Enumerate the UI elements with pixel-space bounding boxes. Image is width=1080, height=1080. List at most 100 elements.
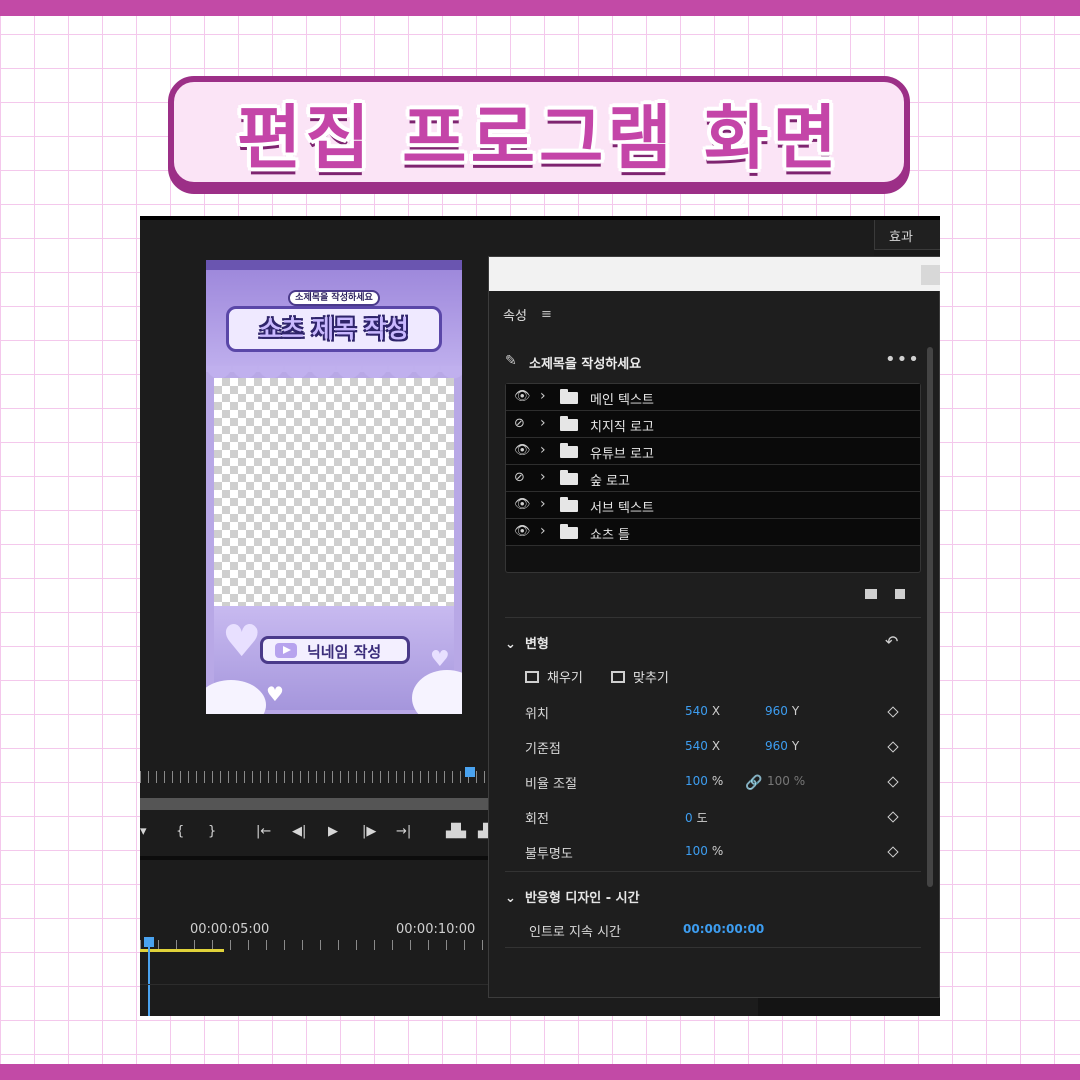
go-to-in-button[interactable]: |← xyxy=(256,822,271,842)
preview-title-box: 쇼츠 제목 작성 xyxy=(226,306,442,352)
go-to-out-button[interactable]: →| xyxy=(396,822,411,842)
list-item[interactable]: ⊘ › 치지직 로고 xyxy=(506,411,920,438)
layer-list: 👁 › 메인 텍스트 ⊘ › 치지직 로고 👁 › 유튜브 로고 ⊘ › 숲 로… xyxy=(505,383,921,573)
rotation-label: 회전 xyxy=(525,812,549,827)
eye-icon[interactable]: 👁 xyxy=(514,524,531,539)
scrubber-playhead[interactable] xyxy=(465,767,475,777)
heart-icon: ♥ xyxy=(222,616,262,667)
transparent-area xyxy=(214,378,454,606)
chevron-right-icon[interactable]: › xyxy=(540,442,546,458)
eye-hidden-icon[interactable]: ⊘ xyxy=(514,470,525,485)
rotation-value[interactable]: 0도 xyxy=(685,809,708,826)
hamburger-menu-icon[interactable]: ≡ xyxy=(541,307,552,322)
transform-section-toggle[interactable]: ⌄ 변형 xyxy=(505,633,549,652)
scale-value[interactable]: 100% xyxy=(685,774,723,788)
graphic-name: 소제목을 작성하세요 xyxy=(529,357,642,372)
transform-title: 변형 xyxy=(524,637,549,652)
banner-title: 편집 프로그램 화면 xyxy=(237,96,841,179)
chevron-right-icon[interactable]: › xyxy=(540,415,546,431)
folder-icon xyxy=(560,443,578,458)
panel-scrollbar[interactable] xyxy=(927,347,933,887)
panel-titlebar[interactable] xyxy=(489,257,940,291)
title-banner: 편집 프로그램 화면 xyxy=(168,76,910,188)
more-options-icon[interactable]: ••• xyxy=(885,349,920,370)
eye-hidden-icon[interactable]: ⊘ xyxy=(514,416,525,431)
preview-title: 쇼츠 제목 작성 xyxy=(259,315,409,343)
heart-icon: ♥ xyxy=(266,682,284,706)
layer-name: 유튜브 로고 xyxy=(590,447,654,462)
fill-icon xyxy=(525,671,539,683)
step-forward-button[interactable]: |▶ xyxy=(362,822,376,842)
fit-button[interactable]: 맞추기 xyxy=(611,667,669,686)
eye-icon[interactable]: 👁 xyxy=(514,443,531,458)
responsive-section-toggle[interactable]: ⌄ 반응형 디자인 - 시간 xyxy=(505,887,640,906)
keyframe-diamond-icon[interactable] xyxy=(887,811,899,823)
anchor-y-value[interactable]: 960 Y xyxy=(765,739,799,753)
position-y-value[interactable]: 960 Y xyxy=(765,704,799,718)
opacity-value[interactable]: 100% xyxy=(685,844,723,858)
keyframe-diamond-icon[interactable] xyxy=(887,706,899,718)
chevron-right-icon[interactable]: › xyxy=(540,388,546,404)
reset-icon[interactable]: ↶ xyxy=(885,632,898,651)
mark-out-button[interactable]: } xyxy=(208,822,216,842)
intro-duration-label: 인트로 지속 시간 xyxy=(529,925,621,940)
marker-button[interactable]: ▾ xyxy=(140,822,147,842)
youtube-play-icon xyxy=(275,643,297,658)
tab-effects[interactable]: 효과 xyxy=(874,220,940,250)
layer-name: 치지직 로고 xyxy=(590,420,654,435)
eye-icon[interactable]: 👁 xyxy=(514,497,531,512)
fill-button[interactable]: 채우기 xyxy=(525,667,583,686)
opacity-label: 불투명도 xyxy=(525,847,573,862)
link-icon[interactable]: 🔗 xyxy=(745,775,762,791)
chevron-right-icon[interactable]: › xyxy=(540,496,546,512)
mark-in-button[interactable]: { xyxy=(176,822,184,842)
keyframe-diamond-icon[interactable] xyxy=(887,846,899,858)
step-back-button[interactable]: ◀| xyxy=(292,822,306,842)
eye-icon[interactable]: 👁 xyxy=(514,389,531,404)
lift-button[interactable]: ▟▙ xyxy=(446,822,466,842)
keyframe-diamond-icon[interactable] xyxy=(887,776,899,788)
chevron-right-icon[interactable]: › xyxy=(540,469,546,485)
folder-icon xyxy=(560,470,578,485)
anchor-label: 기준점 xyxy=(525,742,561,757)
list-item[interactable]: 👁 › 유튜브 로고 xyxy=(506,438,920,465)
anchor-x-value[interactable]: 540 X xyxy=(685,739,720,753)
chevron-right-icon[interactable]: › xyxy=(540,523,546,539)
folder-icon xyxy=(560,497,578,512)
preview-nickname: 닉네임 작성 xyxy=(307,643,382,661)
pen-graphic-icon: ✎ xyxy=(505,353,517,369)
layer-name: 쇼츠 틀 xyxy=(590,528,631,543)
scrubber-ruler[interactable] xyxy=(140,771,486,783)
position-label: 위치 xyxy=(525,707,549,722)
timeline-time-label: 00:00:10:00 xyxy=(396,922,476,937)
timeline-playhead[interactable] xyxy=(144,937,154,947)
work-area-bar[interactable] xyxy=(140,949,224,952)
new-group-folder-icon[interactable] xyxy=(865,589,877,599)
playhead-line xyxy=(148,947,150,1016)
folder-icon xyxy=(560,389,578,404)
list-item[interactable]: ⊘ › 숲 로고 xyxy=(506,465,920,492)
fit-icon xyxy=(611,671,625,683)
properties-header[interactable]: 속성 xyxy=(503,305,527,324)
responsive-title: 반응형 디자인 - 시간 xyxy=(524,891,640,906)
position-x-value[interactable]: 540 X xyxy=(685,704,720,718)
program-monitor-preview[interactable]: 소제목을 작성하세요 쇼츠 제목 작성 ♥ ♥ ♥ 닉네임 작성 xyxy=(206,260,462,714)
panel-close-button[interactable] xyxy=(921,265,940,285)
editor-window: 효과 소제목을 작성하세요 쇼츠 제목 작성 ♥ ♥ ♥ 닉네임 작성 ▾ { … xyxy=(140,216,940,1016)
preview-nickname-box: 닉네임 작성 xyxy=(260,636,410,664)
list-item[interactable]: 👁 › 메인 텍스트 xyxy=(506,384,920,411)
zoom-scrollbar[interactable] xyxy=(140,798,488,810)
list-item[interactable]: 👁 › 서브 텍스트 xyxy=(506,492,920,519)
scale-width-value: 100 % xyxy=(767,774,806,788)
extract-button[interactable]: ▟ xyxy=(478,822,488,842)
keyframe-diamond-icon[interactable] xyxy=(887,741,899,753)
timeline-time-label: 00:00:05:00 xyxy=(190,922,270,937)
bottom-border xyxy=(0,1064,1080,1080)
folder-icon xyxy=(560,416,578,431)
list-item[interactable]: 👁 › 쇼츠 틀 xyxy=(506,519,920,546)
tab-effects-label: 효과 xyxy=(889,230,913,245)
folder-icon xyxy=(560,524,578,539)
new-layer-icon[interactable] xyxy=(895,589,905,599)
intro-duration-value[interactable]: 00:00:00:00 xyxy=(683,922,764,936)
play-button[interactable]: ▶ xyxy=(328,822,338,842)
